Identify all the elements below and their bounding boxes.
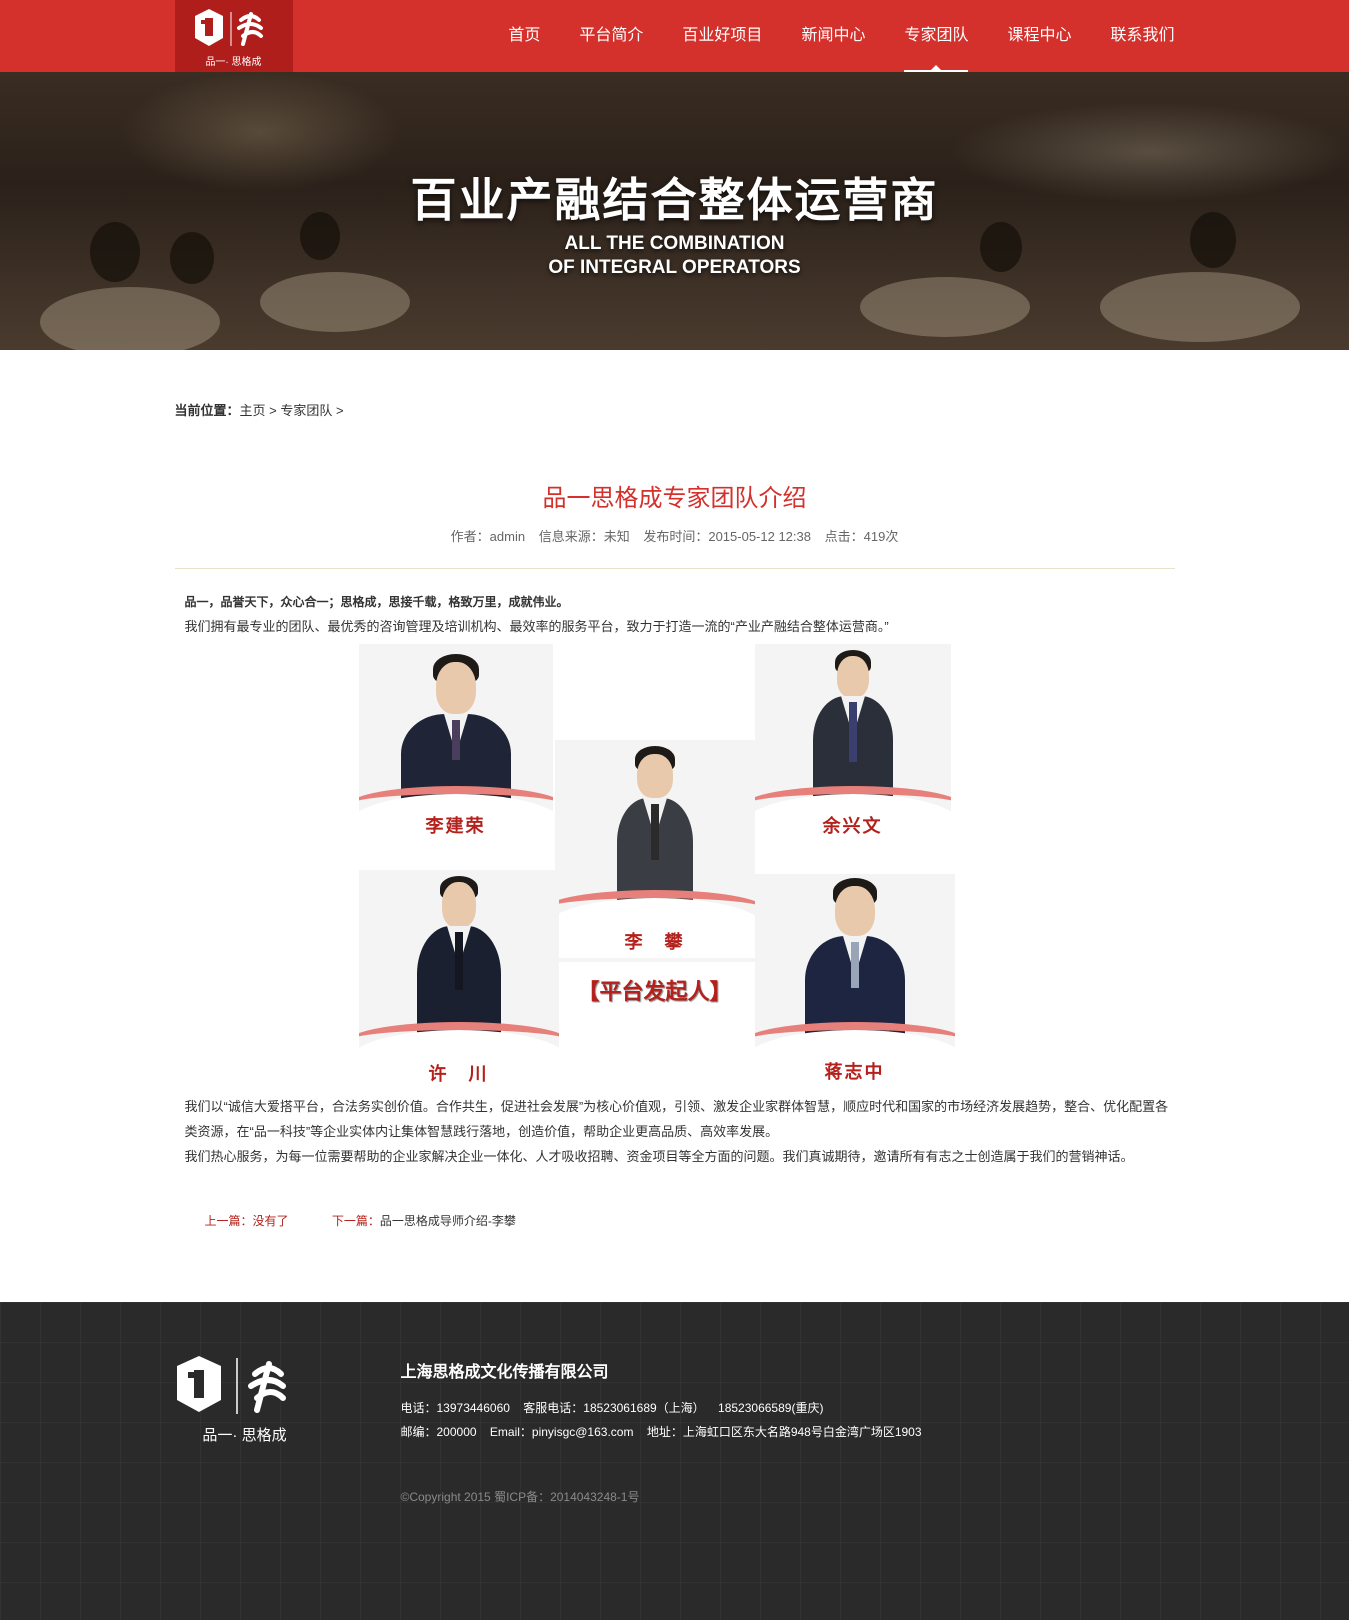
breadcrumb: 当前位置：主页 > 专家团队 >	[175, 400, 344, 419]
footer-service-phone-2: 18523066589(重庆)	[718, 1401, 824, 1415]
prev-article-link[interactable]: 上一篇：没有了	[205, 1214, 289, 1228]
expert-portrait	[636, 754, 673, 798]
article-paragraph: 我们拥有最专业的团队、最优秀的咨询管理及培训机构、最效率的服务平台，致力于打造一…	[184, 619, 889, 634]
article-paragraph: 我们以“诚信大爱搭平台，合法务实创价值。合作共生，促进社会发展”为核心价值观，引…	[184, 1099, 1169, 1139]
footer-address: 地址：上海虹口区东大名路948号白金湾广场区1903	[646, 1425, 922, 1439]
expert-portrait	[441, 882, 476, 928]
expert-name: 李 攀	[624, 932, 685, 952]
main-nav: 首页 平台简介 百业好项目 新闻中心 专家团队 课程中心 联系我们	[469, 0, 1175, 72]
article-paragraph: 品一，品誉天下，众心合一；思格成，思接千载，格致万里，成就伟业。	[184, 595, 569, 609]
article-paragraph: 我们热心服务，为每一位需要帮助的企业家解决企业一体化、人才吸收招聘、资金项目等全…	[184, 1149, 1134, 1164]
expert-portrait	[451, 720, 460, 760]
banner-decoration	[1100, 272, 1300, 342]
article-meta: 作者：admin 信息来源：未知 发布时间：2015-05-12 12:38 点…	[175, 526, 1175, 545]
expert-card: 蒋志中	[754, 874, 955, 1088]
banner-subtitle-line2: OF INTEGRAL OPERATORS	[548, 257, 801, 278]
expert-name: 李建荣	[425, 816, 486, 836]
article-author: 作者：admin	[450, 529, 526, 544]
expert-portrait	[650, 804, 659, 860]
breadcrumb-label: 当前位置：	[174, 403, 240, 418]
next-article[interactable]: 下一篇：品一思格成导师介绍-李攀	[332, 1214, 516, 1228]
nav-home[interactable]: 首页	[508, 0, 540, 72]
team-photo: 李建荣 余兴文 李 攀 【平台发起人】 许 川 蒋志中	[358, 644, 975, 1100]
expert-portrait	[454, 932, 463, 990]
nav-about[interactable]: 平台简介	[579, 0, 643, 72]
site-footer: 品一· 思格成 上海思格成文化传播有限公司 电话：13973446060 客服电…	[0, 1302, 1349, 1620]
nav-news[interactable]: 新闻中心	[801, 0, 865, 72]
footer-contact-info: 电话：13973446060 客服电话：18523061689（上海） 1852…	[401, 1396, 932, 1444]
expert-portrait	[836, 656, 869, 698]
next-article-label: 下一篇：	[331, 1214, 380, 1228]
site-header: 品一· 思格成 首页 平台简介 百业好项目 新闻中心 专家团队 课程中心 联系我…	[0, 0, 1349, 72]
expert-name: 许 川	[428, 1064, 489, 1084]
banner-decoration	[860, 277, 1030, 337]
article-source: 信息来源：未知	[538, 529, 630, 544]
article-divider	[174, 568, 1175, 569]
expert-name: 余兴文	[822, 816, 883, 836]
hero-banner: 百业产融结合整体运营商 ALL THE COMBINATION OF INTEG…	[0, 72, 1349, 350]
next-article-link[interactable]: 品一思格成导师介绍-李攀	[380, 1214, 516, 1228]
breadcrumb-separator: >	[332, 403, 344, 418]
footer-copyright: ©Copyright 2015 蜀ICP备：2014043248-1号	[400, 1490, 640, 1504]
site-logo[interactable]: 品一· 思格成	[174, 0, 293, 72]
expert-portrait	[435, 662, 476, 714]
logo-subtitle: 品一· 思格成	[205, 57, 262, 68]
expert-portrait	[850, 942, 859, 988]
article-pager: 上一篇：没有了 下一篇：品一思格成导师介绍-李攀	[205, 1212, 556, 1229]
nav-projects[interactable]: 百业好项目	[682, 0, 762, 72]
nav-experts[interactable]: 专家团队	[904, 0, 969, 72]
expert-name: 蒋志中	[824, 1062, 885, 1082]
footer-email: Email：pinyisgc@163.com	[489, 1425, 634, 1439]
footer-zip: 邮编：200000	[400, 1425, 477, 1439]
footer-phone: 电话：13973446060	[400, 1401, 510, 1415]
expert-portrait	[834, 886, 875, 936]
expert-card: 李建荣	[358, 644, 553, 844]
nav-contact[interactable]: 联系我们	[1110, 0, 1174, 72]
breadcrumb-home[interactable]: 主页	[240, 403, 266, 418]
footer-logo[interactable]: 品一· 思格成	[175, 1356, 315, 1446]
banner-decoration	[260, 272, 410, 332]
footer-service-phone: 客服电话：18523061689（上海）	[523, 1401, 705, 1415]
nav-courses[interactable]: 课程中心	[1007, 0, 1071, 72]
main-content: 当前位置：主页 > 专家团队 > 品一思格成专家团队介绍 作者：admin 信息…	[174, 350, 1175, 1302]
footer-logo-subtitle: 品一· 思格成	[202, 1427, 287, 1444]
banner-subtitle: ALL THE COMBINATION OF INTEGRAL OPERATOR…	[0, 232, 1349, 280]
banner-decoration	[40, 287, 220, 350]
logo-mark-icon	[194, 9, 263, 46]
expert-card: 许 川	[358, 870, 559, 1088]
banner-title: 百业产融结合整体运营商	[410, 174, 939, 226]
breadcrumb-separator: >	[265, 403, 281, 418]
expert-card: 余兴文	[754, 644, 951, 844]
logo-mark-icon	[176, 1356, 286, 1414]
expert-portrait	[848, 702, 857, 762]
article-date: 发布时间：2015-05-12 12:38	[643, 529, 811, 544]
expert-card: 李 攀	[554, 740, 755, 962]
article-hits: 点击：419次	[824, 529, 899, 544]
founder-label: 【平台发起人】	[577, 979, 732, 1004]
banner-subtitle-line1: ALL THE COMBINATION	[564, 233, 785, 254]
breadcrumb-current[interactable]: 专家团队	[280, 403, 332, 418]
footer-company-name: 上海思格成文化传播有限公司	[400, 1364, 609, 1381]
article-title: 品一思格成专家团队介绍	[542, 485, 807, 512]
